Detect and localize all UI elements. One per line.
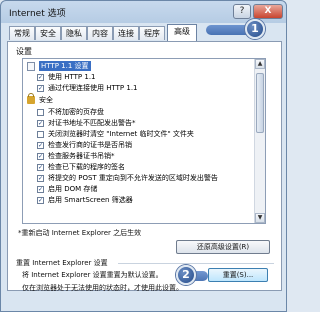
restart-footnote: *重新启动 Internet Explorer 之后生效	[18, 229, 142, 237]
vertical-scrollbar[interactable]: ▲ ▼	[254, 59, 265, 223]
scroll-up-button[interactable]: ▲	[255, 59, 265, 69]
list-item[interactable]: 不将加密的页存盘	[37, 107, 104, 117]
tab-privacy[interactable]: 隐私	[61, 26, 87, 40]
close-button[interactable]: X	[253, 4, 283, 19]
step-callout-1: 1	[245, 19, 265, 39]
list-item[interactable]: ✓ 检查已下载的程序的签名	[37, 162, 125, 172]
list-item-label: HTTP 1.1 设置	[39, 61, 91, 71]
scroll-thumb[interactable]	[256, 73, 264, 133]
internet-options-window: Internet 选项 ? X 常规 安全 隐私 内容 连接 程序 高级 设置 …	[0, 0, 287, 312]
group-divider	[118, 263, 274, 264]
scroll-down-button[interactable]: ▼	[255, 213, 265, 223]
tab-connections[interactable]: 连接	[113, 26, 139, 40]
list-item[interactable]: 安全	[27, 93, 53, 105]
list-item-label: 将提交的 POST 重定向到不允许发送的区域时发出警告	[48, 174, 218, 182]
tab-programs[interactable]: 程序	[139, 26, 165, 40]
list-item[interactable]: ✓ 使用 HTTP 1.1	[37, 72, 96, 82]
list-item-label: 不将加密的页存盘	[48, 108, 104, 116]
checkbox[interactable]: ✓	[37, 174, 44, 182]
tab-security[interactable]: 安全	[35, 26, 61, 40]
reset-button[interactable]: 重置(S)...	[208, 268, 268, 282]
page-icon	[27, 61, 35, 71]
checkbox[interactable]: ✓	[37, 185, 44, 193]
reset-group-label: 重置 Internet Explorer 设置	[16, 259, 108, 267]
list-item-label: 安全	[39, 96, 53, 104]
list-item-label: 检查发行商的证书是否吊销	[48, 141, 132, 149]
step-callout-2: 2	[176, 265, 196, 285]
checkbox[interactable]: ✓	[37, 73, 44, 81]
settings-group-label: 设置	[16, 47, 32, 56]
checkbox[interactable]: ✓	[37, 196, 44, 204]
list-item-label: 使用 HTTP 1.1	[48, 73, 96, 81]
checkbox[interactable]: ✓	[37, 84, 44, 92]
list-item[interactable]: ✓ 对证书地址不匹配发出警告*	[37, 118, 136, 128]
lock-icon	[27, 93, 35, 104]
list-item-label: 对证书地址不匹配发出警告*	[48, 119, 136, 127]
list-item[interactable]: ✓ 检查发行商的证书是否吊销	[37, 140, 132, 150]
tab-content[interactable]: 内容	[87, 26, 113, 40]
reset-description: 将 Internet Explorer 设置重置为默认设置。	[22, 271, 163, 279]
checkbox[interactable]: ✓	[37, 152, 44, 160]
checkbox[interactable]: ✓	[37, 141, 44, 149]
restore-advanced-settings-button[interactable]: 还原高级设置(R)	[176, 240, 270, 254]
tab-general[interactable]: 常规	[9, 26, 35, 40]
tab-advanced[interactable]: 高级	[167, 24, 197, 41]
list-item[interactable]: ✓ 将提交的 POST 重定向到不允许发送的区域时发出警告	[37, 173, 218, 183]
list-item[interactable]: ✓ 启用 SmartScreen 筛选器	[37, 195, 133, 205]
list-item[interactable]: 关闭浏览器时清空 "Internet 临时文件" 文件夹	[37, 129, 194, 139]
list-item[interactable]: ✓ 检查服务器证书吊销*	[37, 151, 115, 161]
list-item-label: 启用 SmartScreen 筛选器	[48, 196, 133, 204]
reset-note: 仅在浏览器处于无法使用的状态时，才使用此设置。	[22, 284, 183, 292]
window-title: Internet 选项	[9, 9, 66, 19]
list-item[interactable]: ✓ 启用 DOM 存储	[37, 184, 97, 194]
settings-list[interactable]: HTTP 1.1 设置 ✓ 使用 HTTP 1.1 ✓ 通过代理连接使用 HTT…	[22, 58, 266, 224]
list-item[interactable]: HTTP 1.1 设置	[27, 61, 91, 71]
help-button[interactable]: ?	[233, 4, 251, 19]
checkbox[interactable]: ✓	[37, 119, 44, 127]
list-item[interactable]: ✓ 通过代理连接使用 HTTP 1.1	[37, 83, 138, 93]
checkbox[interactable]	[37, 108, 44, 116]
checkbox[interactable]	[37, 130, 44, 138]
list-item-label: 通过代理连接使用 HTTP 1.1	[48, 84, 138, 92]
list-item-label: 关闭浏览器时清空 "Internet 临时文件" 文件夹	[48, 130, 194, 138]
list-item-label: 检查已下载的程序的签名	[48, 163, 125, 171]
list-item-label: 检查服务器证书吊销*	[48, 152, 115, 160]
advanced-panel: 设置 HTTP 1.1 设置 ✓ 使用 HTTP 1.1 ✓ 通过代理连接使用 …	[7, 41, 282, 292]
list-item-label: 启用 DOM 存储	[48, 185, 98, 193]
title-bar: Internet 选项 ? X	[1, 1, 286, 23]
checkbox[interactable]: ✓	[37, 163, 44, 171]
